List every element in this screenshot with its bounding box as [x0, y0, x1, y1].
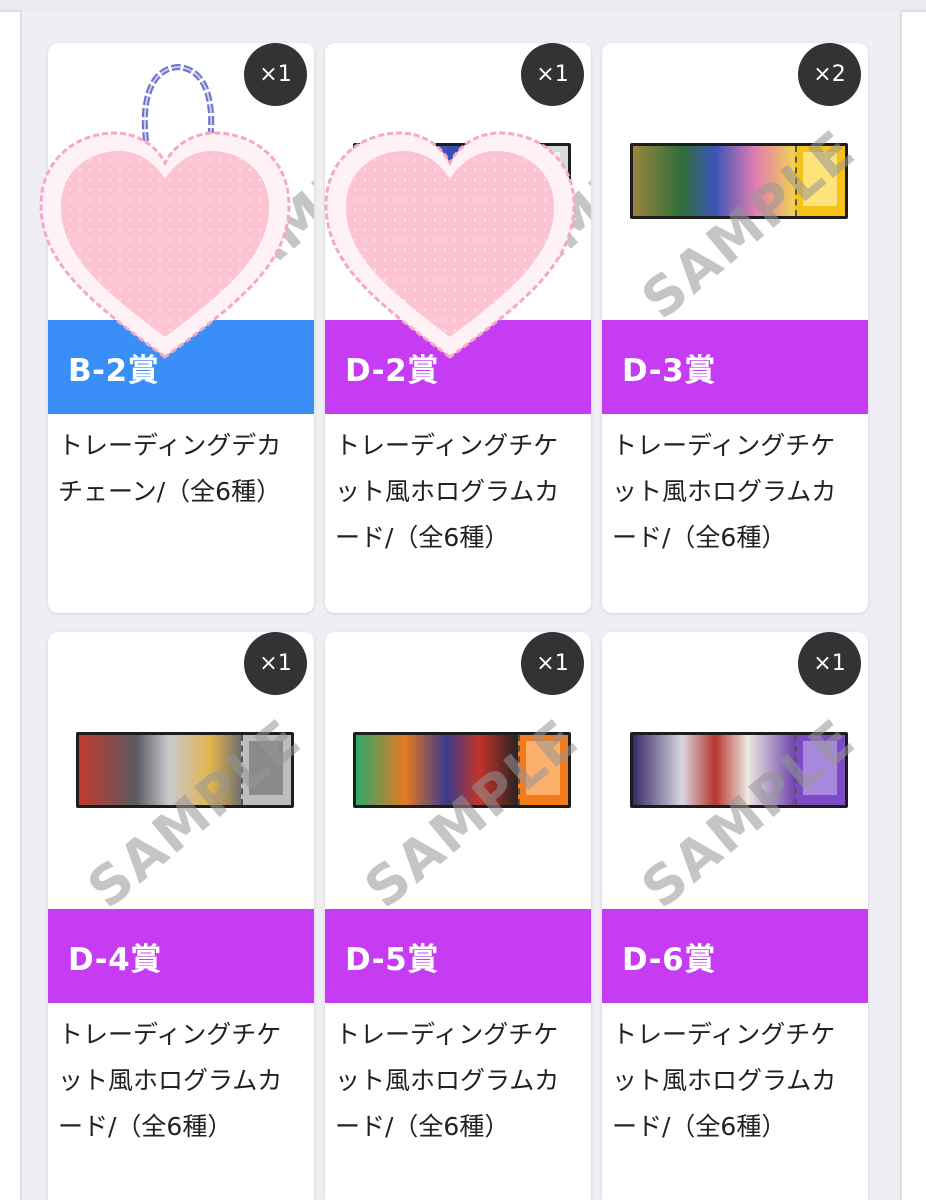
prize-label-bar: D-4賞	[48, 909, 314, 1003]
prize-description: トレーディングチケット風ホログラムカード/（全6種）	[58, 1020, 283, 1141]
prize-label-bar: D-6賞	[602, 909, 868, 1003]
quantity-badge: ×1	[521, 43, 584, 106]
prize-description: トレーディングチケット風ホログラムカード/（全6種）	[612, 1020, 837, 1141]
heart-sticker-icon	[39, 131, 291, 359]
heart-sticker-icon	[324, 131, 576, 359]
quantity-badge: ×2	[798, 43, 861, 106]
quantity-badge: ×1	[244, 43, 307, 106]
prize-label: D-4賞	[68, 941, 162, 978]
quantity-badge: ×1	[244, 632, 307, 695]
prize-description: トレーディングデカチェーン/（全6種）	[58, 431, 282, 506]
prize-label: D-3賞	[622, 352, 716, 389]
prize-label-bar: D-3賞	[602, 320, 868, 414]
prize-card-d6[interactable]: SAMPLE D-6賞 トレーディングチケット風ホログラムカード/（全6種）	[602, 632, 868, 1200]
prize-description: トレーディングチケット風ホログラムカード/（全6種）	[335, 1020, 560, 1141]
prize-card-d3[interactable]: SAMPLE D-3賞 トレーディングチケット風ホログラムカード/（全6種）	[602, 43, 868, 613]
prize-card-d5[interactable]: SAMPLE D-5賞 トレーディングチケット風ホログラムカード/（全6種）	[325, 632, 591, 1200]
prize-label: D-5賞	[345, 941, 439, 978]
prize-description: トレーディングチケット風ホログラムカード/（全6種）	[612, 431, 837, 552]
prize-card-d4[interactable]: SAMPLE D-4賞 トレーディングチケット風ホログラムカード/（全6種）	[48, 632, 314, 1200]
quantity-badge: ×1	[798, 632, 861, 695]
quantity-badge: ×1	[521, 632, 584, 695]
prize-label-bar: D-5賞	[325, 909, 591, 1003]
prize-description: トレーディングチケット風ホログラムカード/（全6種）	[335, 431, 560, 552]
prize-label: D-6賞	[622, 941, 716, 978]
